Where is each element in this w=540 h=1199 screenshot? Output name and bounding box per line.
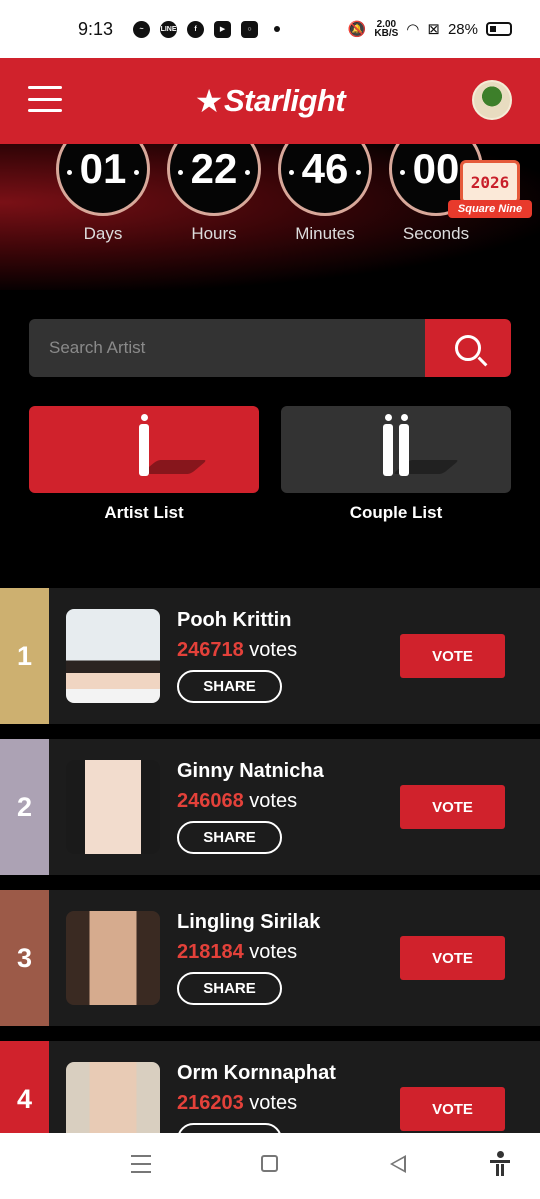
artist-name[interactable]: Ginny Natnicha [177,760,324,783]
vote-count: 218184 votes [177,941,298,963]
artist-list-button[interactable] [29,406,259,493]
app-header: ★ Starlight [0,58,540,144]
countdown-days: 01 Days [56,144,150,244]
countdown-minutes-value: 46 [278,144,372,216]
ranking-row: 3 Lingling Sirilak 218184 votes SHARE VO… [0,890,540,1026]
home-icon[interactable] [261,1155,278,1172]
vote-count: 246068 votes [177,790,298,812]
hamburger-menu-icon[interactable] [28,86,62,112]
artist-photo[interactable] [66,609,160,703]
vote-count: 246718 votes [177,639,298,661]
search-button[interactable] [425,319,511,377]
countdown-days-label: Days [83,224,123,243]
logo-text: Starlight [223,83,346,118]
rank-number: 1 [0,588,49,724]
countdown-hours-value: 22 [167,144,261,216]
status-bar: 9:13 ~ LINE f ▶ ○ 🔕 2.00 KB/S ◠ ⊠ 28% [0,0,540,58]
promo-name: Square Nine [448,200,532,218]
battery-percent: 28% [447,20,478,38]
vote-count: 216203 votes [177,1092,298,1114]
promo-year: 2026 [460,160,520,204]
artist-name[interactable]: Lingling Sirilak [177,911,320,934]
notification-icons: ~ LINE f ▶ ○ [133,20,281,38]
back-icon[interactable] [390,1155,406,1173]
wifi-icon: ◠ [406,21,420,38]
share-button[interactable]: SHARE [177,821,282,854]
recent-apps-icon[interactable] [131,1155,151,1173]
artist-name[interactable]: Pooh Krittin [177,609,291,632]
share-button[interactable]: SHARE [177,670,282,703]
messenger-icon: ~ [133,20,151,38]
star-icon: ★ [194,83,224,119]
mute-icon: 🔕 [347,21,367,38]
rank-number: 3 [0,890,49,1026]
countdown-days-value: 01 [56,144,150,216]
couple-list-button[interactable] [281,406,511,493]
artist-photo[interactable] [66,911,160,1005]
couple-list-label[interactable]: Couple List [281,503,511,523]
single-person-icon [139,414,149,476]
instagram-icon: ○ [241,20,259,38]
line-icon: LINE [160,20,178,38]
accessibility-icon[interactable] [489,1151,511,1177]
search-input[interactable] [29,319,425,377]
artist-name[interactable]: Orm Kornnaphat [177,1062,336,1085]
status-time: 9:13 [78,18,114,39]
ranking-row: 1 Pooh Krittin 246718 votes SHARE VOTE [0,588,540,724]
promo-badge[interactable]: 2026 Square Nine [448,160,532,228]
system-nav-bar [0,1133,540,1199]
vote-button[interactable]: VOTE [400,785,505,829]
artist-photo[interactable] [66,760,160,854]
artist-list-label[interactable]: Artist List [29,503,259,523]
countdown-hours: 22 Hours [167,144,261,244]
couple-icon [383,414,393,476]
vote-button[interactable]: VOTE [400,634,505,678]
user-avatar[interactable] [472,80,512,120]
countdown-minutes: 46 Minutes [278,144,372,244]
starlight-logo[interactable]: ★ Starlight [194,82,346,120]
countdown-hours-label: Hours [191,224,237,243]
vote-button[interactable]: VOTE [400,1087,505,1131]
rank-number: 2 [0,739,49,875]
search-icon [455,335,481,361]
ranking-row: 2 Ginny Natnicha 246068 votes SHARE VOTE [0,739,540,875]
countdown-minutes-label: Minutes [295,224,355,243]
battery-icon [486,22,512,36]
search-bar [29,319,511,377]
more-notifications-dot [274,26,281,32]
share-button[interactable]: SHARE [177,972,282,1005]
youtube-icon: ▶ [214,20,232,38]
net-speed: 2.00 KB/S [374,19,399,39]
facebook-icon: f [187,20,205,38]
sim-icon: ⊠ [427,21,440,38]
vote-button[interactable]: VOTE [400,936,505,980]
